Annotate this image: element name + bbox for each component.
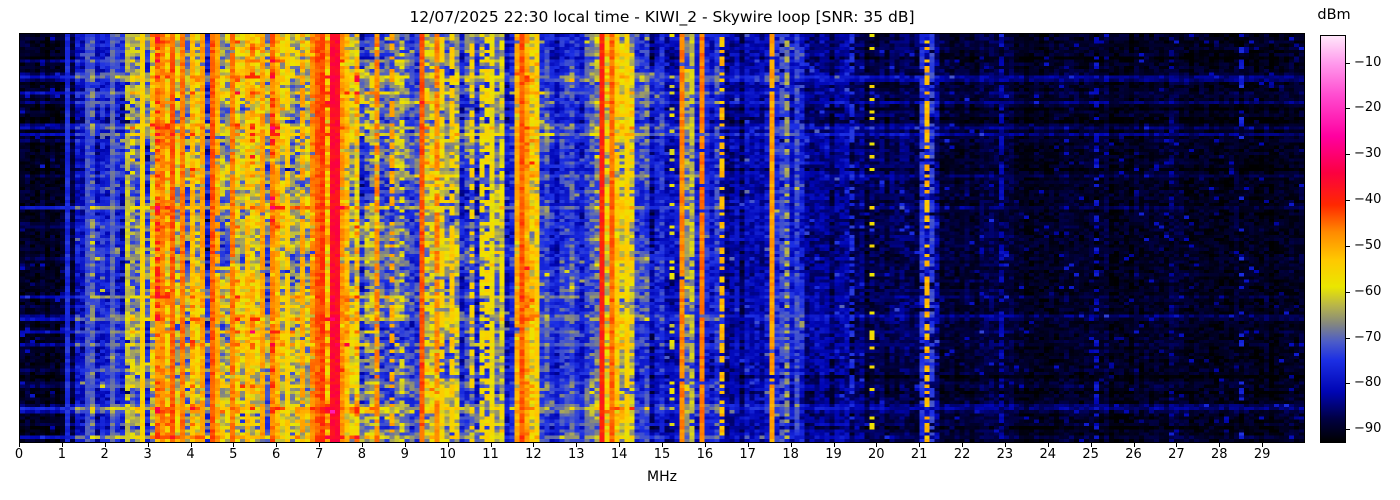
x-tick-label: 0	[2, 447, 36, 462]
x-tick-label: 10	[431, 447, 465, 462]
colorbar-tick-mark	[1346, 154, 1350, 155]
x-tick-label: 23	[988, 447, 1022, 462]
x-tick-label: 8	[345, 447, 379, 462]
colorbar-tick-label: −80	[1354, 375, 1381, 390]
x-tick-label: 27	[1159, 447, 1193, 462]
x-tick-label: 17	[731, 447, 765, 462]
colorbar-tick-mark	[1346, 200, 1350, 201]
x-tick-label: 7	[302, 447, 336, 462]
colorbar-gradient	[1320, 35, 1346, 443]
chart-title: 12/07/2025 22:30 local time - KIWI_2 - S…	[19, 8, 1305, 26]
x-tick-label: 13	[559, 447, 593, 462]
colorbar-tick-mark	[1346, 383, 1350, 384]
colorbar-tick-mark	[1346, 108, 1350, 109]
x-tick-label: 3	[131, 447, 165, 462]
x-tick-label: 20	[859, 447, 893, 462]
x-tick-label: 14	[602, 447, 636, 462]
x-tick-label: 22	[945, 447, 979, 462]
x-tick-label: 28	[1202, 447, 1236, 462]
x-tick-label: 2	[88, 447, 122, 462]
waterfall-plot-area	[19, 33, 1305, 443]
spectrogram-figure: 12/07/2025 22:30 local time - KIWI_2 - S…	[0, 0, 1400, 500]
x-tick-label: 16	[688, 447, 722, 462]
colorbar-tick-label: −70	[1354, 330, 1381, 345]
x-tick-label: 12	[516, 447, 550, 462]
x-tick-label: 5	[216, 447, 250, 462]
colorbar-tick-mark	[1346, 292, 1350, 293]
colorbar-tick-mark	[1346, 63, 1350, 64]
x-tick-label: 25	[1074, 447, 1108, 462]
colorbar-tick-mark	[1346, 246, 1350, 247]
colorbar-tick-label: −30	[1354, 146, 1381, 161]
colorbar-tick-label: −90	[1354, 421, 1381, 436]
colorbar-tick-label: −40	[1354, 192, 1381, 207]
x-tick-label: 19	[817, 447, 851, 462]
colorbar-unit-label: dBm	[1306, 7, 1362, 23]
x-tick-label: 11	[474, 447, 508, 462]
x-tick-label: 9	[388, 447, 422, 462]
colorbar-tick-mark	[1346, 338, 1350, 339]
x-tick-label: 1	[45, 447, 79, 462]
x-tick-label: 21	[902, 447, 936, 462]
x-tick-label: 4	[174, 447, 208, 462]
x-tick-label: 24	[1031, 447, 1065, 462]
colorbar-tick-label: −20	[1354, 100, 1381, 115]
x-tick-label: 26	[1117, 447, 1151, 462]
colorbar-tick-mark	[1346, 429, 1350, 430]
x-tick-label: 29	[1245, 447, 1279, 462]
x-tick-label: 18	[774, 447, 808, 462]
colorbar-tick-label: −10	[1354, 55, 1381, 70]
x-tick-label: 15	[645, 447, 679, 462]
waterfall-canvas	[20, 34, 1304, 442]
colorbar-tick-label: −60	[1354, 284, 1381, 299]
x-tick-label: 6	[259, 447, 293, 462]
colorbar-tick-label: −50	[1354, 238, 1381, 253]
x-axis-label: MHz	[19, 469, 1305, 485]
